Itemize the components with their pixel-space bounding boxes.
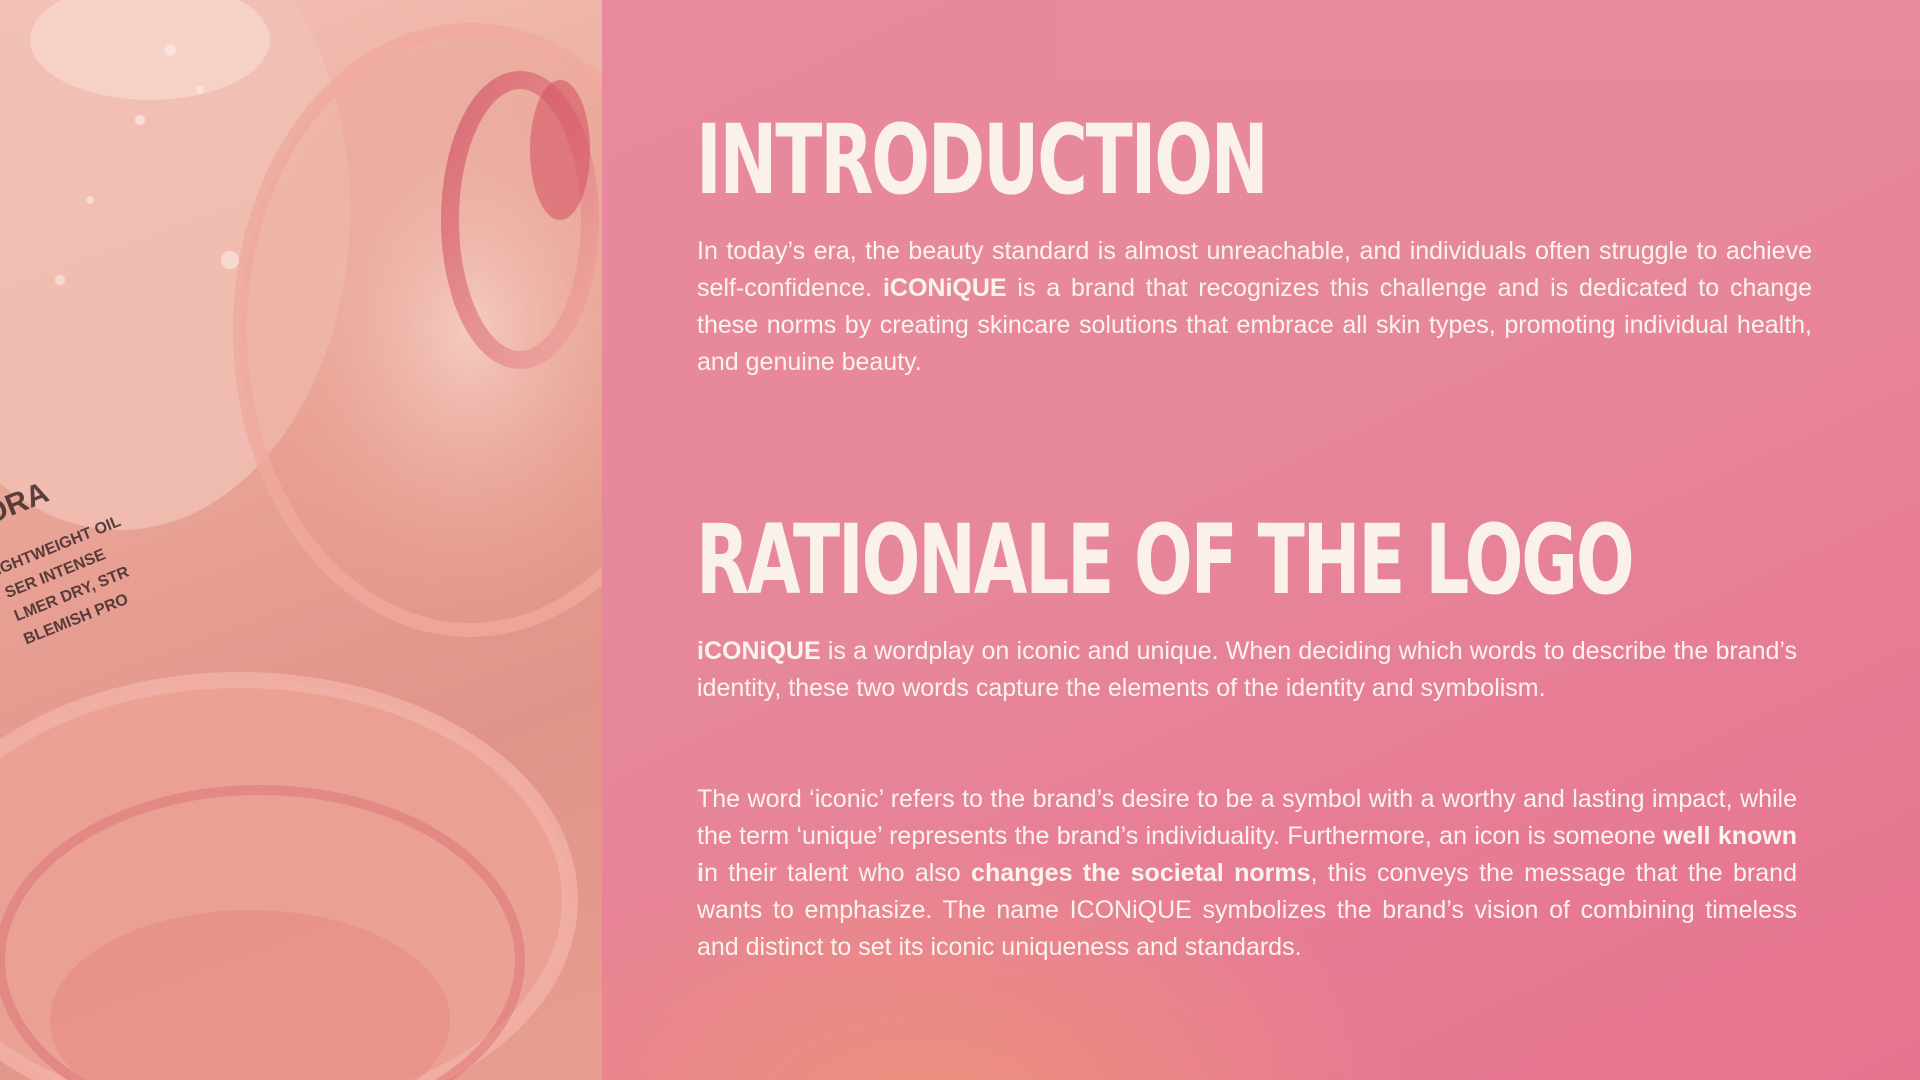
rationale-text: The word ‘iconic’ refers to the brand’s … [697,785,1797,850]
slide: ORA IGHTWEIGHT OIL SER INTENSE LMER DRY,… [0,0,1920,1080]
rationale-text: n their talent who also [703,859,972,887]
brand-name: iCONiQUE [882,274,1007,302]
content-panel: INTRODUCTION In today’s era, the beauty … [602,0,1920,1080]
brand-name: iCONiQUE [697,637,821,665]
skincare-jars-photo: ORA IGHTWEIGHT OIL SER INTENSE LMER DRY,… [0,0,602,1080]
introduction-heading: INTRODUCTION [696,104,1269,216]
skincare-jars-illustration: ORA IGHTWEIGHT OIL SER INTENSE LMER DRY,… [0,0,602,1080]
emphasis-text: changes the societal norms [971,859,1311,887]
rationale-paragraph: iCONiQUE is a wordplay on iconic and uni… [697,633,1797,707]
rationale-text: is a wordplay on iconic and unique. When… [697,637,1797,702]
rationale-heading: RATIONALE OF THE LOGO [696,504,1635,616]
introduction-paragraph: In today’s era, the beauty standard is a… [697,233,1812,381]
top-band [1060,0,1920,80]
rationale-paragraph: The word ‘iconic’ refers to the brand’s … [697,781,1797,966]
